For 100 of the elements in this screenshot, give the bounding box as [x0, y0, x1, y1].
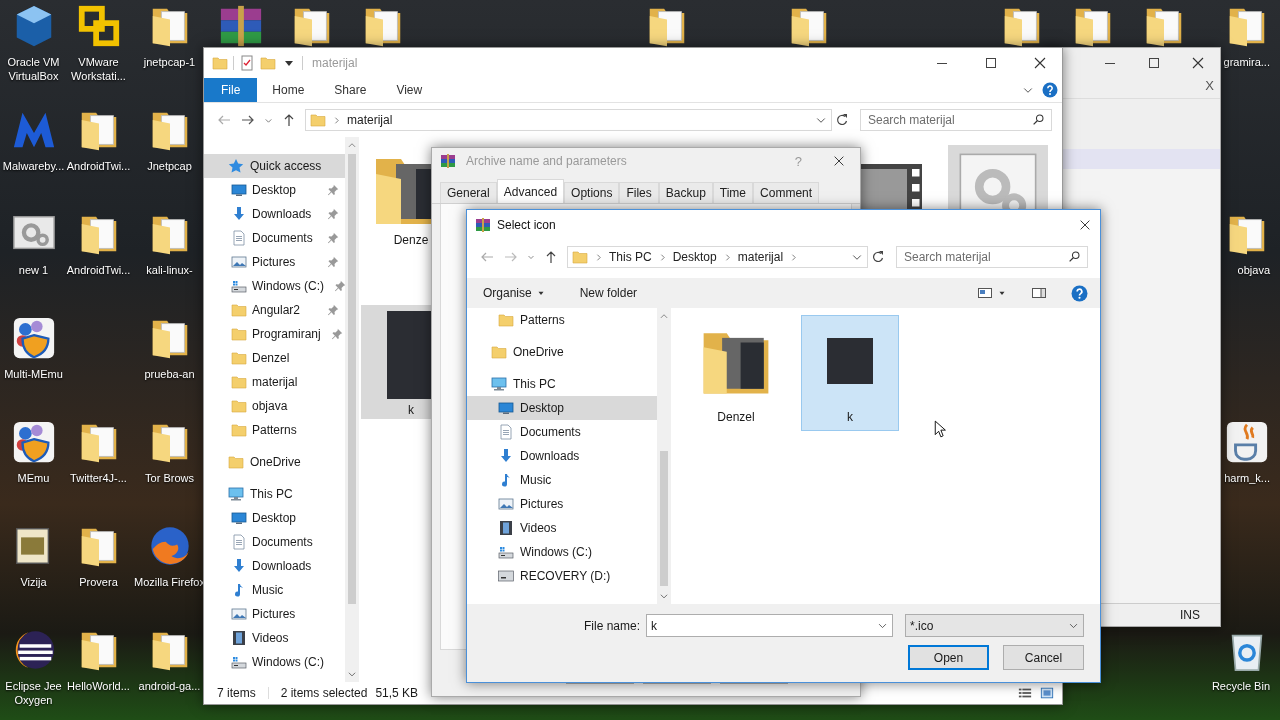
nav-item[interactable]: Pictures	[204, 250, 345, 274]
nav-item[interactable]: This PC	[467, 372, 657, 396]
file-label: k	[408, 403, 414, 417]
close-icon[interactable]	[1032, 55, 1048, 71]
pin-icon	[327, 184, 339, 196]
ribbon-tab[interactable]: File	[204, 78, 258, 102]
preview-pane-icon[interactable]	[1031, 285, 1047, 301]
close-icon[interactable]	[1078, 218, 1092, 232]
toolbar-button[interactable]: New folder	[579, 286, 638, 300]
nav-item[interactable]: Patterns	[467, 308, 657, 332]
nav-item[interactable]: Windows (C:)	[204, 274, 345, 298]
nav-item[interactable]: Documents	[467, 420, 657, 444]
coffee-cup-icon[interactable]	[1224, 419, 1270, 465]
document-icon	[498, 424, 514, 440]
maximize-icon[interactable]	[983, 55, 999, 71]
nav-item[interactable]: Programiranj	[204, 322, 345, 346]
download-arrow-icon	[231, 558, 247, 574]
window-title: materijal	[312, 56, 358, 70]
checklist-icon[interactable]	[239, 55, 255, 71]
refresh-icon[interactable]	[870, 249, 886, 265]
nav-item[interactable]: Windows (C:)	[204, 650, 345, 674]
close-icon[interactable]	[1190, 55, 1206, 71]
folder-icon	[231, 326, 247, 342]
file-name-field[interactable]: k	[646, 614, 893, 637]
document-icon	[231, 230, 247, 246]
pin-icon	[334, 280, 346, 292]
organise-menu[interactable]: Organise	[483, 286, 546, 300]
nav-item[interactable]: Denzel	[204, 346, 345, 370]
picture-icon	[498, 496, 514, 512]
file-item[interactable]: Denzel	[687, 315, 785, 431]
search-field[interactable]: Search materijal	[860, 109, 1052, 131]
file-type-dropdown[interactable]: *.ico	[905, 614, 1084, 637]
nav-item[interactable]: Windows (C:)	[467, 540, 657, 564]
dialog-tab[interactable]: Advanced	[496, 179, 565, 203]
search-icon[interactable]	[1032, 113, 1045, 126]
nav-item[interactable]: Music	[204, 578, 345, 602]
ribbon-tab[interactable]: View	[381, 78, 438, 102]
ribbon-tab[interactable]: Home	[257, 78, 320, 102]
download-arrow-icon	[498, 448, 514, 464]
nav-item[interactable]: Angular2	[204, 298, 345, 322]
breadcrumb-item[interactable]: This PC	[609, 250, 652, 264]
dialog-tab[interactable]: Options	[564, 182, 620, 203]
dialog-tab[interactable]: General	[440, 182, 497, 203]
ribbon-tab[interactable]: Share	[319, 78, 382, 102]
nav-item[interactable]: materijal	[204, 370, 345, 394]
file-item[interactable]: k	[801, 315, 899, 431]
search-field[interactable]: Search materijal	[896, 246, 1088, 268]
maximize-icon[interactable]	[1146, 55, 1162, 71]
nav-item[interactable]: RECOVERY (D:)	[467, 564, 657, 588]
nav-item[interactable]: This PC	[204, 482, 345, 506]
address-bar[interactable]: This PC Desktop materijal	[567, 246, 868, 268]
help-icon[interactable]	[1042, 82, 1058, 98]
nav-item[interactable]: Downloads	[204, 202, 345, 226]
nav-item[interactable]: Videos	[204, 626, 345, 650]
search-icon[interactable]	[1068, 250, 1081, 263]
dialog-tab[interactable]: Comment	[753, 182, 820, 203]
nav-item[interactable]: Desktop	[467, 396, 657, 420]
dialog-button[interactable]: Open	[908, 645, 989, 670]
nav-item[interactable]: OneDrive	[467, 340, 657, 364]
nav-item[interactable]: Documents	[204, 530, 345, 554]
large-icons-view-icon[interactable]	[1040, 686, 1054, 700]
scrollbar[interactable]	[345, 137, 359, 682]
nav-item[interactable]: Pictures	[467, 492, 657, 516]
nav-item[interactable]: objava	[204, 394, 345, 418]
nav-item[interactable]: Music	[467, 468, 657, 492]
breadcrumb-item[interactable]: materijal	[737, 250, 784, 264]
address-bar[interactable]: materijal	[305, 109, 832, 131]
nav-item[interactable]: Documents	[204, 226, 345, 250]
dialog-tab[interactable]: Files	[619, 182, 659, 203]
dialog-tab[interactable]: Time	[712, 182, 754, 203]
icon-label: AndroidTwi...	[66, 159, 131, 173]
nav-item[interactable]: Pictures	[204, 602, 345, 626]
details-view-icon[interactable]	[1018, 686, 1032, 700]
status-text: INS	[1180, 608, 1200, 622]
pin-icon	[327, 304, 339, 316]
pin-icon	[327, 208, 339, 220]
status-text: 2 items selected	[280, 686, 368, 700]
nav-item[interactable]: Downloads	[204, 554, 345, 578]
star-icon	[228, 158, 244, 174]
icon-label: VMware Workstati...	[70, 55, 127, 83]
breadcrumb-item[interactable]: Desktop	[672, 250, 717, 264]
nav-item[interactable]: Patterns	[204, 418, 345, 442]
close-icon[interactable]	[832, 154, 846, 168]
drive-icon	[498, 568, 514, 584]
icon-label: HelloWorld...	[67, 679, 130, 693]
nav-item[interactable]: OneDrive	[204, 450, 345, 474]
nav-item[interactable]: Quick access	[204, 154, 345, 178]
icon-label: Vizija	[20, 575, 47, 589]
nav-item[interactable]: Videos	[467, 516, 657, 540]
dialog-button[interactable]: Cancel	[1003, 645, 1084, 670]
nav-item[interactable]: Desktop	[204, 506, 345, 530]
help-icon[interactable]	[1071, 284, 1088, 302]
nav-item[interactable]: Downloads	[467, 444, 657, 468]
dialog-tab[interactable]: Backup	[658, 182, 713, 203]
refresh-icon[interactable]	[834, 112, 850, 128]
folder-icon	[231, 422, 247, 438]
nav-item[interactable]: Desktop	[204, 178, 345, 202]
view-icon[interactable]	[977, 285, 993, 301]
dialog-title: Archive name and parameters	[466, 154, 627, 168]
close-glyph[interactable]: X	[1205, 78, 1214, 98]
